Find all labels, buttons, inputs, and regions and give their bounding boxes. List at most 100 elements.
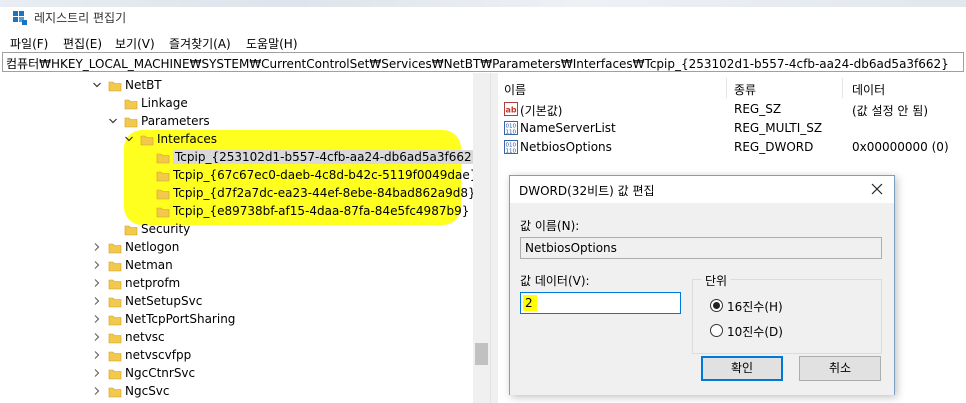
menu-view[interactable]: 보기(V) bbox=[115, 35, 155, 52]
tree-item[interactable]: Tcpip_{d7f2a7dc-ea23-44ef-8ebe-84bad862a… bbox=[140, 185, 476, 203]
value-data-text: 2 bbox=[525, 296, 533, 310]
chevron-right-icon[interactable] bbox=[92, 260, 102, 270]
chevron-right-icon[interactable] bbox=[92, 278, 102, 288]
tree-item[interactable]: NetTcpPortSharing bbox=[92, 311, 470, 329]
tree-item[interactable]: Parameters bbox=[108, 113, 470, 131]
string-value-icon: ab bbox=[504, 102, 518, 116]
chevron-down-icon[interactable] bbox=[108, 116, 118, 126]
tree-item-label: Tcpip_{e89738bf-af15-4daa-87fa-84e5fc498… bbox=[173, 204, 470, 218]
chevron-right-icon[interactable] bbox=[92, 386, 102, 396]
tree-item[interactable]: NgcSvc bbox=[92, 383, 470, 401]
hex-radio-label[interactable]: 16진수(H) bbox=[727, 298, 783, 315]
chevron-right-icon[interactable] bbox=[92, 296, 102, 306]
tree-item-label: Tcpip_{d7f2a7dc-ea23-44ef-8ebe-84bad862a… bbox=[173, 186, 476, 200]
tree-item[interactable]: Netlogon bbox=[92, 239, 470, 257]
base-group-label: 단위 bbox=[702, 272, 731, 289]
folder-icon bbox=[156, 151, 170, 165]
column-type[interactable]: 종류 bbox=[734, 81, 756, 98]
tree-item[interactable]: Tcpip_{67c67ec0-daeb-4c8d-b42c-5119f0049… bbox=[140, 167, 477, 185]
folder-icon bbox=[108, 277, 122, 291]
tree-item-label: Security bbox=[141, 222, 191, 236]
folder-icon bbox=[108, 313, 122, 327]
chevron-right-icon[interactable] bbox=[92, 350, 102, 360]
value-name: (기본값) bbox=[520, 104, 563, 118]
dialog-title-bar[interactable]: DWORD(32비트) 값 편집 bbox=[510, 176, 894, 203]
value-data-label: 값 데이터(V): bbox=[520, 274, 590, 288]
tree-item[interactable]: NetBT bbox=[92, 77, 470, 95]
svg-text:ab: ab bbox=[506, 106, 517, 115]
column-data[interactable]: 데이터 bbox=[852, 81, 885, 98]
tree-item-label: netvscvfpp bbox=[125, 348, 192, 362]
value-row[interactable]: 010 110 NetbiosOptions REG_DWORD 0x000000… bbox=[498, 138, 966, 157]
menu-file[interactable]: 파일(F) bbox=[10, 35, 48, 52]
cancel-button[interactable]: 취소 bbox=[799, 356, 881, 381]
value-data: (값 설정 안 됨) bbox=[852, 104, 929, 118]
tree-item[interactable]: Tcpip_{253102d1-b557-4cfb-aa24-db6ad5a3f… bbox=[140, 149, 482, 167]
tree-item[interactable]: NgcCtnrSvc bbox=[92, 365, 470, 383]
folder-icon bbox=[108, 241, 122, 255]
chevron-down-icon[interactable] bbox=[124, 134, 134, 144]
chevron-right-icon[interactable] bbox=[92, 332, 102, 342]
ok-button[interactable]: 확인 bbox=[701, 356, 783, 381]
folder-icon bbox=[108, 385, 122, 399]
close-icon[interactable] bbox=[868, 180, 886, 198]
folder-icon bbox=[140, 133, 154, 147]
chevron-right-icon[interactable] bbox=[92, 314, 102, 324]
tree-item-label: netprofm bbox=[125, 276, 181, 290]
chevron-down-icon[interactable] bbox=[92, 80, 102, 90]
title-bar bbox=[0, 0, 966, 32]
value-row[interactable]: ab (기본값) REG_SZ (값 설정 안 됨) bbox=[498, 100, 966, 119]
tree-item[interactable]: NetSetupSvc bbox=[92, 293, 470, 311]
hex-radio[interactable] bbox=[710, 299, 723, 312]
menu-help[interactable]: 도움말(H) bbox=[246, 35, 298, 52]
radio-selected-dot bbox=[713, 302, 720, 309]
tree-item-label: NetBT bbox=[125, 78, 162, 92]
address-bar[interactable]: 컴퓨터₩HKEY_LOCAL_MACHINE₩SYSTEM₩CurrentCon… bbox=[2, 52, 964, 72]
tree-item-label: NetTcpPortSharing bbox=[125, 312, 236, 326]
column-divider[interactable] bbox=[726, 78, 727, 98]
folder-icon bbox=[156, 187, 170, 201]
edit-dword-dialog: DWORD(32비트) 값 편집 값 이름(N): NetbiosOptions… bbox=[509, 175, 895, 395]
regedit-app-icon bbox=[12, 10, 28, 26]
folder-icon bbox=[156, 169, 170, 183]
tree-item-label: Netman bbox=[125, 258, 173, 272]
pane-splitter[interactable] bbox=[490, 73, 498, 403]
tree-item-label: Linkage bbox=[141, 96, 188, 110]
column-divider[interactable] bbox=[842, 78, 843, 98]
tree-item[interactable]: Netman bbox=[92, 257, 470, 275]
value-name-text: NetbiosOptions bbox=[525, 241, 617, 255]
binary-value-icon: 010 110 bbox=[504, 140, 518, 155]
dialog-title: DWORD(32비트) 값 편집 bbox=[519, 184, 655, 198]
tree-item-label: NgcSvc bbox=[125, 384, 170, 398]
tree-item[interactable]: Tcpip_{e89738bf-af15-4daa-87fa-84e5fc498… bbox=[140, 203, 470, 221]
folder-icon bbox=[156, 205, 170, 219]
tree-item-label: NetSetupSvc bbox=[125, 294, 203, 308]
tree-item-label: netvsc bbox=[125, 330, 165, 344]
tree-item-label: Netlogon bbox=[125, 240, 180, 254]
tree-item[interactable]: netprofm bbox=[92, 275, 470, 293]
folder-icon bbox=[124, 115, 138, 129]
svg-text:110: 110 bbox=[506, 149, 517, 155]
title-bar-backdrop bbox=[0, 0, 966, 7]
tree-item[interactable]: netvscvfpp bbox=[92, 347, 470, 365]
tree-item-label: Interfaces bbox=[157, 132, 217, 146]
dec-radio[interactable] bbox=[710, 324, 723, 337]
menu-favorites[interactable]: 즐겨찾기(A) bbox=[169, 35, 231, 52]
tree-item-label: Tcpip_{253102d1-b557-4cfb-aa24-db6ad5a3f… bbox=[173, 150, 482, 164]
tree-item[interactable]: Interfaces bbox=[124, 131, 470, 149]
tree-scrollbar-thumb[interactable] bbox=[475, 343, 488, 365]
tree-item[interactable]: Linkage bbox=[108, 95, 470, 113]
tree-item[interactable]: netvsc bbox=[92, 329, 470, 347]
base-group-box bbox=[692, 279, 882, 354]
value-row[interactable]: 010 110 NameServerList REG_MULTI_SZ bbox=[498, 119, 966, 138]
menu-edit[interactable]: 편집(E) bbox=[63, 35, 102, 52]
dec-radio-label[interactable]: 10진수(D) bbox=[727, 323, 783, 340]
chevron-right-icon[interactable] bbox=[92, 368, 102, 378]
chevron-right-icon[interactable] bbox=[92, 242, 102, 252]
tree-item-label: NgcCtnrSvc bbox=[125, 366, 196, 380]
folder-icon bbox=[124, 223, 138, 237]
value-name-label: 값 이름(N): bbox=[520, 219, 580, 233]
value-data-input[interactable]: 2 bbox=[520, 292, 681, 314]
column-name[interactable]: 이름 bbox=[504, 81, 526, 98]
tree-item[interactable]: Security bbox=[108, 221, 470, 239]
